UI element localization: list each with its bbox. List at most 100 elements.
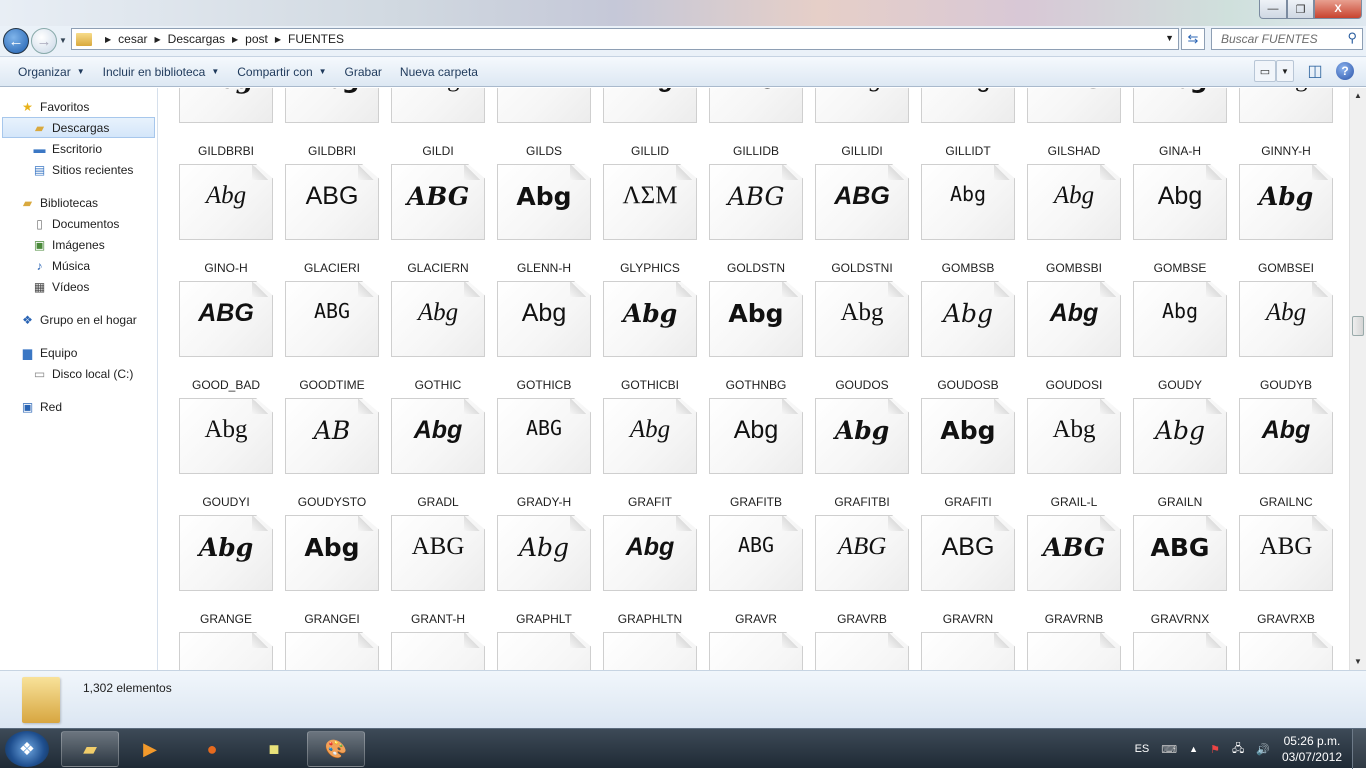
clock[interactable]: 05:26 p.m. 03/07/2012 xyxy=(1282,733,1342,765)
file-item[interactable]: Abg GOUDY xyxy=(1130,281,1230,398)
file-item[interactable] xyxy=(176,632,276,670)
taskbar-media-player[interactable]: ▶ xyxy=(121,731,179,767)
file-item[interactable] xyxy=(1024,632,1124,670)
breadcrumb-fuentes[interactable]: FUENTES xyxy=(288,32,344,46)
sidebar-item-videos[interactable]: ▦ Vídeos xyxy=(0,276,157,297)
sidebar-item-libraries[interactable]: ▰ Bibliotecas xyxy=(0,192,157,213)
file-item[interactable]: Abg GILLIDB xyxy=(706,88,806,164)
vertical-scrollbar[interactable]: ▲ ▼ xyxy=(1349,88,1366,670)
file-item[interactable]: Abg GINNY-H xyxy=(1236,88,1336,164)
taskbar-paint[interactable]: 🎨 xyxy=(307,731,365,767)
recent-pages-dropdown[interactable]: ▼ xyxy=(59,36,67,45)
file-item[interactable] xyxy=(600,632,700,670)
file-item[interactable]: Abg GRADL xyxy=(388,398,488,515)
file-item[interactable]: ABG GLACIERN xyxy=(388,164,488,281)
file-item[interactable]: ABG GRAVRNX xyxy=(1130,515,1230,632)
share-with-button[interactable]: Compartir con ▼ xyxy=(228,60,335,84)
file-item[interactable]: Abg GILDBRBI xyxy=(176,88,276,164)
file-item[interactable]: ABG GLACIERI xyxy=(282,164,382,281)
sidebar-item-desktop[interactable]: ▬ Escritorio xyxy=(0,138,157,159)
show-hidden-icons-button[interactable]: ▲ xyxy=(1189,744,1198,754)
file-item[interactable]: Abg GOTHIC xyxy=(388,281,488,398)
back-button[interactable]: ← xyxy=(3,28,29,54)
scroll-down-button[interactable]: ▼ xyxy=(1350,654,1366,670)
minimize-button[interactable]: — xyxy=(1259,0,1287,19)
file-item[interactable]: Abg GOMBSE xyxy=(1130,164,1230,281)
search-icon[interactable]: ⚲ xyxy=(1347,30,1357,46)
file-item[interactable] xyxy=(812,632,912,670)
breadcrumb-post[interactable]: post xyxy=(245,32,268,46)
breadcrumb-cesar[interactable]: cesar xyxy=(118,32,147,46)
file-item[interactable]: ABG GRANT-H xyxy=(388,515,488,632)
file-item[interactable]: ABG GILSHAD xyxy=(1024,88,1124,164)
file-item[interactable]: Abg GRAPHLT xyxy=(494,515,594,632)
file-item[interactable]: ABG GOOD_BAD xyxy=(176,281,276,398)
file-item[interactable]: Abg GOTHNBG xyxy=(706,281,806,398)
search-input[interactable]: Buscar FUENTES ⚲ xyxy=(1211,28,1363,50)
file-item[interactable]: Abg GILLIDT xyxy=(918,88,1018,164)
file-item[interactable]: ABG GRAVRB xyxy=(812,515,912,632)
refresh-button[interactable]: ⇆ xyxy=(1181,28,1205,50)
sidebar-item-recent[interactable]: ▤ Sitios recientes xyxy=(0,159,157,180)
file-item[interactable]: Abg GOUDYB xyxy=(1236,281,1336,398)
scroll-up-button[interactable]: ▲ xyxy=(1350,88,1366,104)
file-item[interactable]: Abg GOUDOSB xyxy=(918,281,1018,398)
sidebar-item-local-disk[interactable]: ▭ Disco local (C:) xyxy=(0,363,157,384)
new-folder-button[interactable]: Nueva carpeta xyxy=(391,60,487,84)
volume-icon[interactable]: 🔊 xyxy=(1256,743,1270,756)
file-item[interactable]: ABG GOODTIME xyxy=(282,281,382,398)
taskbar-sticky-notes[interactable]: ■ xyxy=(245,731,303,767)
file-item[interactable]: ABG GOLDSTN xyxy=(706,164,806,281)
chevron-right-icon[interactable]: ▶ xyxy=(105,35,111,44)
sidebar-item-documents[interactable]: ▯ Documentos xyxy=(0,213,157,234)
forward-button[interactable]: → xyxy=(31,28,57,54)
file-item[interactable]: AB GOUDYSTO xyxy=(282,398,382,515)
taskbar-firefox[interactable]: ● xyxy=(183,731,241,767)
file-item[interactable]: ABG GOLDSTNI xyxy=(812,164,912,281)
start-button[interactable]: ❖ xyxy=(5,731,49,767)
file-item[interactable]: Abg GRANGEI xyxy=(282,515,382,632)
address-bar[interactable]: ▶ cesar ▶ Descargas ▶ post ▶ FUENTES ▼ xyxy=(71,28,1179,50)
file-item[interactable]: Abg GRAPHLTN xyxy=(600,515,700,632)
file-item[interactable]: Abg GOMBSB xyxy=(918,164,1018,281)
file-item[interactable]: ABG GRADY-H xyxy=(494,398,594,515)
file-item[interactable]: ABG GRAVRNB xyxy=(1024,515,1124,632)
preview-pane-button[interactable]: ◫ xyxy=(1304,60,1326,82)
file-item[interactable]: ΛΣΜ GLYPHICS xyxy=(600,164,700,281)
file-item[interactable] xyxy=(1130,632,1230,670)
file-item[interactable]: Abg GRAFITBI xyxy=(812,398,912,515)
include-in-library-button[interactable]: Incluir en biblioteca ▼ xyxy=(94,60,229,84)
chevron-right-icon[interactable]: ▶ xyxy=(155,35,161,44)
file-item[interactable] xyxy=(1236,632,1336,670)
file-item[interactable]: Abg GOMBSEI xyxy=(1236,164,1336,281)
language-indicator[interactable]: ES xyxy=(1135,743,1150,755)
sidebar-item-network[interactable]: ▣ Red xyxy=(0,396,157,417)
file-item[interactable]: ❦❧ GILDS xyxy=(494,88,594,164)
keyboard-icon[interactable]: ⌨ xyxy=(1161,743,1177,756)
file-item[interactable]: Abg GILLID xyxy=(600,88,700,164)
breadcrumb-descargas[interactable]: Descargas xyxy=(168,32,225,46)
file-item[interactable]: Abg GOUDOSI xyxy=(1024,281,1124,398)
file-item[interactable]: Abg GILDI xyxy=(388,88,488,164)
organize-button[interactable]: Organizar ▼ xyxy=(9,60,94,84)
change-view-button[interactable]: ▭ xyxy=(1254,60,1276,82)
file-item[interactable]: Abg GOUDOS xyxy=(812,281,912,398)
file-item[interactable] xyxy=(706,632,806,670)
scroll-thumb[interactable] xyxy=(1352,316,1364,336)
file-item[interactable]: Abg GOMBSBI xyxy=(1024,164,1124,281)
file-item[interactable]: Abg GINA-H xyxy=(1130,88,1230,164)
file-item[interactable]: Abg GILLIDI xyxy=(812,88,912,164)
sidebar-item-computer[interactable]: ▆ Equipo xyxy=(0,342,157,363)
file-item[interactable]: ABG GRAVRN xyxy=(918,515,1018,632)
sidebar-item-homegroup[interactable]: ❖ Grupo en el hogar xyxy=(0,309,157,330)
burn-button[interactable]: Grabar xyxy=(336,60,391,84)
chevron-right-icon[interactable]: ▶ xyxy=(232,35,238,44)
file-item[interactable] xyxy=(918,632,1018,670)
file-item[interactable]: Abg GRAFITB xyxy=(706,398,806,515)
file-item[interactable]: Abg GOTHICB xyxy=(494,281,594,398)
file-item[interactable]: Abg GINO-H xyxy=(176,164,276,281)
file-item[interactable]: Abg GRAFIT xyxy=(600,398,700,515)
taskbar-explorer[interactable]: ▰ xyxy=(61,731,119,767)
maximize-button[interactable]: ❐ xyxy=(1287,0,1314,19)
file-item[interactable] xyxy=(494,632,594,670)
